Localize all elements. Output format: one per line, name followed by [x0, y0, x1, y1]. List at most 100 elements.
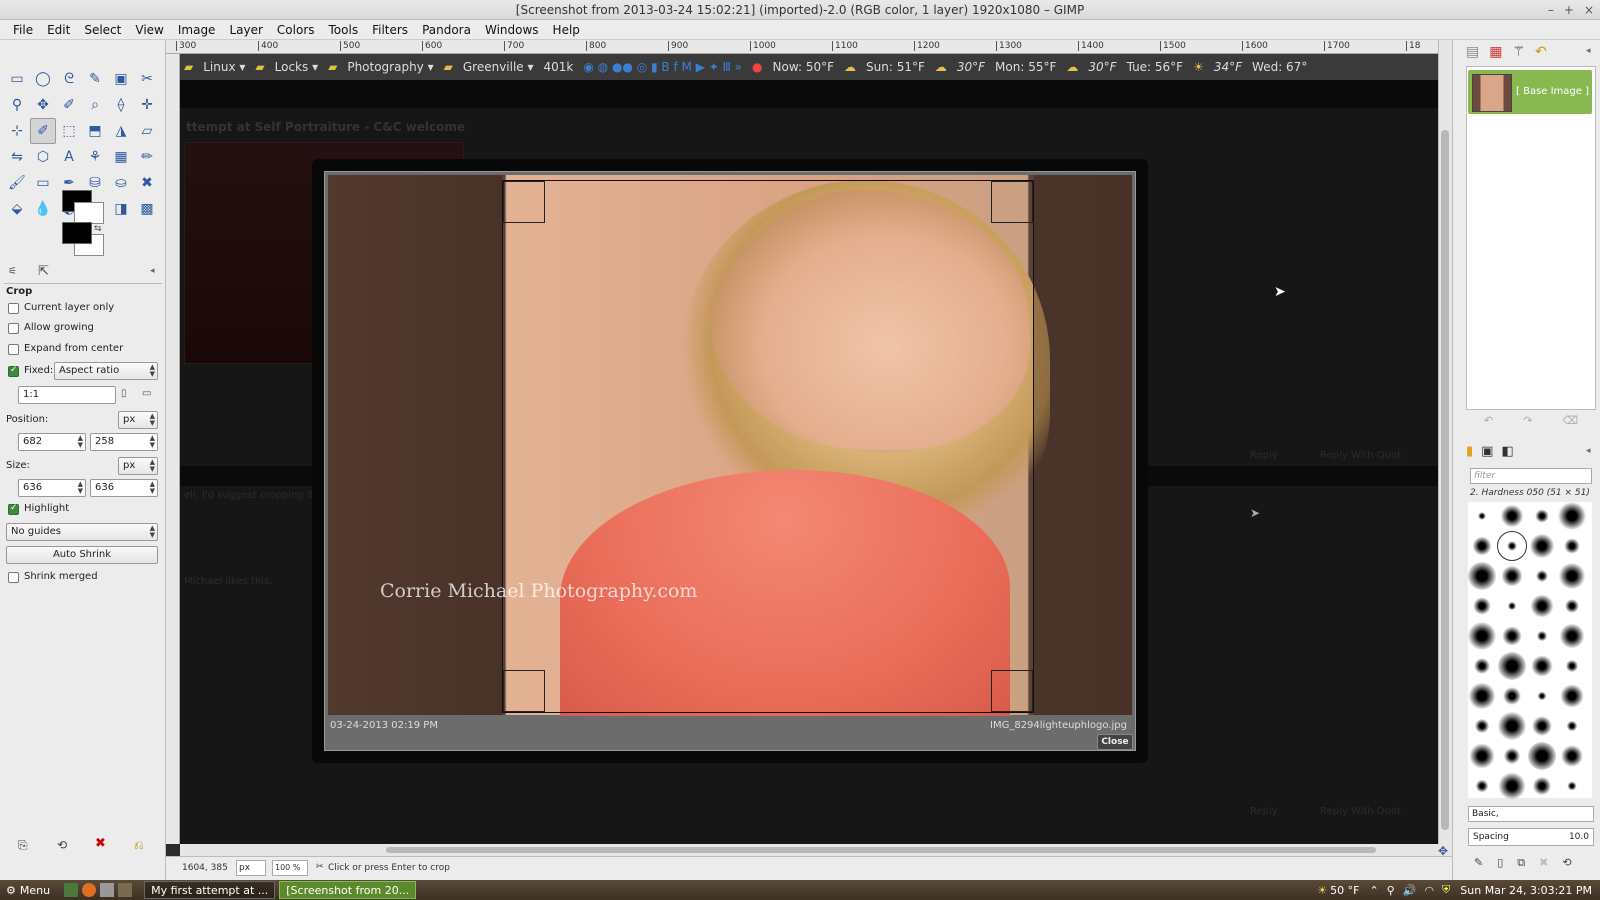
- tool-icon-0[interactable]: ▭: [4, 66, 30, 92]
- reset-options-icon[interactable]: ⎌: [134, 838, 144, 853]
- edit-brush-icon[interactable]: ✎: [1474, 856, 1483, 870]
- brush-preset[interactable]: [1498, 622, 1526, 650]
- crop-handle-bottom-right[interactable]: [991, 670, 1033, 712]
- brush-preset[interactable]: [1498, 742, 1526, 770]
- brush-preset[interactable]: [1558, 562, 1586, 590]
- brush-preset[interactable]: [1468, 772, 1496, 800]
- brush-preset[interactable]: [1498, 682, 1526, 710]
- brush-preset[interactable]: [1558, 742, 1586, 770]
- device-status-tab-icon[interactable]: ⇱: [38, 264, 49, 279]
- spin-arrows-icon[interactable]: ▲ ▼: [78, 481, 83, 495]
- brush-preset[interactable]: [1498, 562, 1526, 590]
- position-unit-select[interactable]: px ▲ ▼: [118, 411, 158, 429]
- maximize-button[interactable]: +: [1564, 3, 1574, 17]
- tool-icon-2[interactable]: ᘓ: [56, 66, 82, 92]
- fixed-mode-select[interactable]: Aspect ratio ▲ ▼: [54, 362, 158, 380]
- tool-icon-28[interactable]: ⛀: [108, 170, 134, 196]
- brush-preset[interactable]: [1558, 532, 1586, 560]
- crop-handle-top-right[interactable]: [991, 181, 1033, 223]
- position-x-input[interactable]: 682 ▲ ▼: [18, 433, 86, 451]
- task-firefox[interactable]: My first attempt at ...: [144, 881, 276, 899]
- tool-icon-5[interactable]: ✂: [134, 66, 160, 92]
- brush-set-select[interactable]: Basic,: [1468, 806, 1594, 822]
- brush-preset[interactable]: [1468, 682, 1496, 710]
- refresh-brushes-icon[interactable]: ⟲: [1562, 856, 1571, 870]
- tool-icon-31[interactable]: 💧: [30, 196, 56, 222]
- wifi-icon[interactable]: ◠: [1424, 884, 1434, 897]
- brush-preset[interactable]: [1468, 652, 1496, 680]
- menu-colors[interactable]: Colors: [277, 23, 315, 37]
- tool-icon-4[interactable]: ▣: [108, 66, 134, 92]
- zoom-select[interactable]: 100 %: [272, 860, 308, 876]
- brush-preset[interactable]: [1528, 502, 1556, 530]
- expand-from-center-checkbox[interactable]: [8, 344, 19, 355]
- task-gimp[interactable]: [Screenshot from 20...: [279, 881, 417, 899]
- position-y-input[interactable]: 258 ▲ ▼: [90, 433, 158, 451]
- brush-preset[interactable]: [1528, 622, 1556, 650]
- menu-edit[interactable]: Edit: [47, 23, 70, 37]
- menu-windows[interactable]: Windows: [485, 23, 539, 37]
- tool-options-tab-icon[interactable]: ⚟: [8, 266, 17, 277]
- brush-preset[interactable]: [1468, 502, 1496, 530]
- menu-tools[interactable]: Tools: [329, 23, 359, 37]
- shield-icon[interactable]: ⛨: [1442, 883, 1450, 897]
- save-options-icon[interactable]: ⎘: [18, 838, 28, 853]
- vertical-scroll-thumb[interactable]: [1441, 130, 1449, 830]
- spin-arrows-icon[interactable]: ▲ ▼: [150, 435, 155, 449]
- background-color-swatch[interactable]: [74, 202, 104, 224]
- brush-preset[interactable]: [1528, 682, 1556, 710]
- tool-icon-25[interactable]: ▭: [30, 170, 56, 196]
- undo-history-tab-icon[interactable]: ↶: [1535, 44, 1547, 60]
- brush-preset[interactable]: [1497, 531, 1527, 561]
- tool-icon-19[interactable]: ⬡: [30, 144, 56, 170]
- brush-preset[interactable]: [1528, 562, 1556, 590]
- undo-icon[interactable]: ↶: [1484, 414, 1493, 427]
- landscape-icon[interactable]: ▭: [142, 388, 151, 399]
- brush-preset[interactable]: [1498, 502, 1526, 530]
- brush-preset[interactable]: [1528, 742, 1556, 770]
- brush-preset[interactable]: [1468, 532, 1496, 560]
- brush-preset[interactable]: [1498, 712, 1526, 740]
- brush-preset[interactable]: [1528, 772, 1556, 800]
- horizontal-scroll-thumb[interactable]: [386, 847, 1376, 853]
- brush-preset[interactable]: [1468, 742, 1496, 770]
- tool-icon-1[interactable]: ◯: [30, 66, 56, 92]
- current-layer-only-checkbox[interactable]: [8, 303, 19, 314]
- menu-view[interactable]: View: [135, 23, 163, 37]
- brush-grid[interactable]: [1468, 502, 1592, 800]
- tool-icon-18[interactable]: ⇋: [4, 144, 30, 170]
- auto-shrink-button[interactable]: Auto Shrink: [6, 546, 158, 564]
- minimize-button[interactable]: –: [1548, 3, 1554, 17]
- brush-preset[interactable]: [1558, 652, 1586, 680]
- highlight-checkbox[interactable]: [8, 503, 19, 515]
- delete-brush-icon[interactable]: ✖: [1539, 856, 1548, 870]
- portrait-icon[interactable]: ▯: [121, 388, 127, 399]
- brush-preset[interactable]: [1468, 712, 1496, 740]
- tool-icon-15[interactable]: ⬒: [82, 118, 108, 144]
- tool-icon-34[interactable]: ◨: [108, 196, 134, 222]
- brush-preset[interactable]: [1498, 652, 1526, 680]
- brush-preset[interactable]: [1498, 772, 1526, 800]
- tool-icon-14[interactable]: ⬚: [56, 118, 82, 144]
- menu-filters[interactable]: Filters: [372, 23, 408, 37]
- dock-menu-icon[interactable]: ◂: [1586, 46, 1591, 56]
- gradients-tab-icon[interactable]: ◧: [1501, 444, 1513, 459]
- brush-preset[interactable]: [1528, 532, 1556, 560]
- tray-arrow-icon[interactable]: ⌃: [1369, 884, 1378, 897]
- aspect-ratio-input[interactable]: 1:1: [18, 386, 116, 404]
- swap-colors-icon[interactable]: ⇆: [94, 224, 102, 234]
- spin-arrows-icon[interactable]: ▲ ▼: [78, 435, 83, 449]
- tool-icon-13[interactable]: ✐: [30, 118, 56, 144]
- tool-icon-6[interactable]: ⚲: [4, 92, 30, 118]
- panel-menu-icon[interactable]: ◂: [150, 266, 155, 276]
- brush-preset[interactable]: [1528, 592, 1556, 620]
- tool-icon-17[interactable]: ▱: [134, 118, 160, 144]
- crop-rectangle[interactable]: [502, 180, 1034, 713]
- tool-icon-10[interactable]: ⟠: [108, 92, 134, 118]
- brush-preset[interactable]: [1468, 562, 1496, 590]
- brush-preset[interactable]: [1558, 592, 1586, 620]
- spin-arrows-icon[interactable]: ▲ ▼: [150, 481, 155, 495]
- guides-select[interactable]: No guides ▲ ▼: [6, 523, 158, 541]
- tool-icon-21[interactable]: ⚘: [82, 144, 108, 170]
- tool-icon-22[interactable]: ▦: [108, 144, 134, 170]
